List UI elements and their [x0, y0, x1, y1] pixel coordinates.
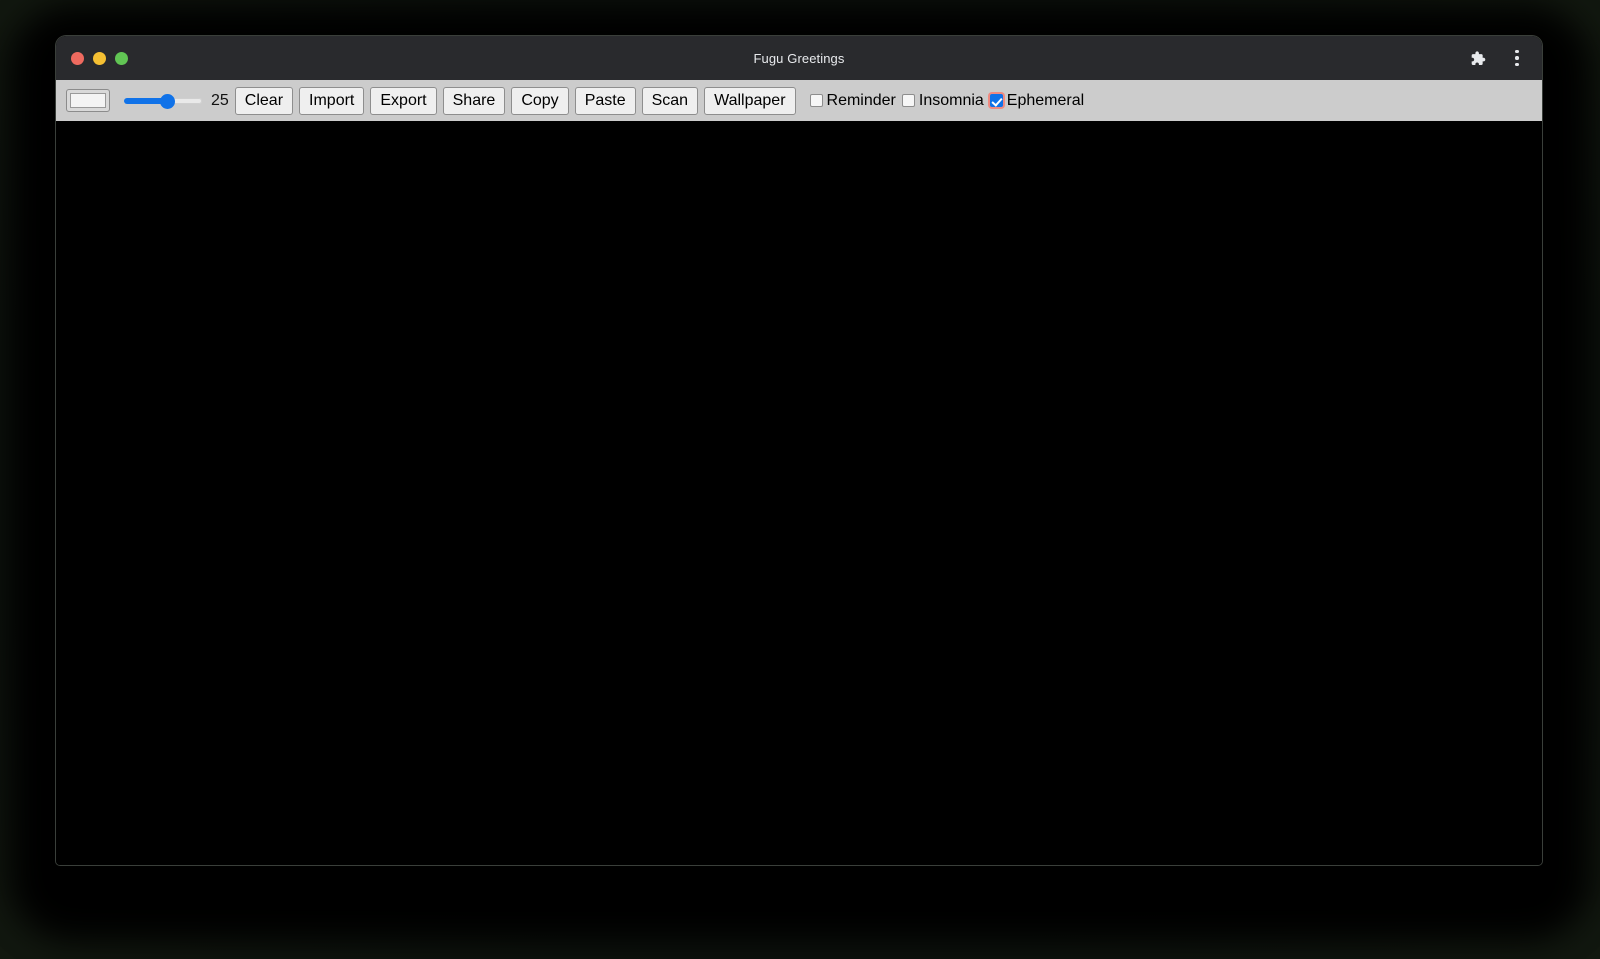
- ephemeral-checkbox-label: Ephemeral: [1006, 91, 1085, 109]
- toolbar-checkbox-group: Reminder Insomnia Ephemeral: [809, 91, 1091, 110]
- slider-thumb[interactable]: [160, 93, 175, 109]
- kebab-dot: [1515, 62, 1519, 67]
- reminder-checkbox-box[interactable]: [809, 94, 823, 107]
- window-title: Fugu Greetings: [753, 50, 845, 66]
- close-window-button[interactable]: [71, 51, 84, 65]
- copy-button[interactable]: Copy: [511, 86, 569, 115]
- chrome-menu-icon[interactable]: [1506, 47, 1528, 69]
- title-bar-actions: [1466, 36, 1528, 80]
- insomnia-checkbox[interactable]: Insomnia: [901, 91, 990, 110]
- app-toolbar: 25 Clear Import Export Share Copy Paste …: [56, 80, 1542, 121]
- share-button[interactable]: Share: [442, 86, 506, 115]
- browser-window: Fugu Greetings 25 Clear Import Export Sh…: [56, 36, 1542, 865]
- wallpaper-button[interactable]: Wallpaper: [704, 86, 796, 115]
- clear-button[interactable]: Clear: [234, 86, 294, 115]
- export-button[interactable]: Export: [370, 86, 437, 115]
- reminder-checkbox-label: Reminder: [826, 91, 896, 109]
- ephemeral-checkbox-box[interactable]: [989, 94, 1003, 107]
- title-bar: Fugu Greetings: [56, 36, 1542, 80]
- kebab-dot: [1515, 49, 1519, 54]
- ephemeral-checkbox[interactable]: Ephemeral: [989, 91, 1090, 110]
- import-button[interactable]: Import: [299, 86, 365, 115]
- color-picker-input[interactable]: [66, 89, 110, 112]
- insomnia-checkbox-box[interactable]: [901, 94, 915, 107]
- line-width-slider[interactable]: [124, 91, 202, 111]
- screen: Fugu Greetings 25 Clear Import Export Sh…: [0, 0, 1600, 959]
- insomnia-checkbox-label: Insomnia: [918, 91, 984, 109]
- scan-button[interactable]: Scan: [641, 86, 699, 115]
- reminder-checkbox[interactable]: Reminder: [809, 91, 902, 110]
- kebab-dot: [1515, 56, 1519, 60]
- slider-value-label: 25: [211, 91, 229, 109]
- drawing-canvas[interactable]: [56, 121, 1542, 865]
- minimize-window-button[interactable]: [93, 51, 106, 65]
- extensions-icon[interactable]: [1466, 47, 1488, 69]
- maximize-window-button[interactable]: [115, 51, 128, 65]
- paste-button[interactable]: Paste: [574, 86, 636, 115]
- traffic-light-group: [56, 51, 128, 65]
